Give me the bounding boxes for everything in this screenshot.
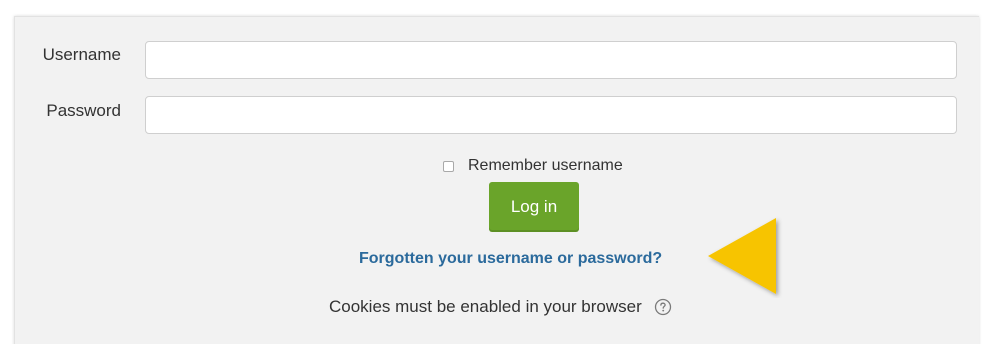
username-label: Username bbox=[42, 45, 121, 64]
username-input[interactable] bbox=[145, 41, 957, 79]
cookies-notice-text: Cookies must be enabled in your browser bbox=[329, 297, 642, 316]
question-circle-icon[interactable] bbox=[654, 298, 672, 316]
username-row: Username bbox=[15, 41, 979, 81]
login-button[interactable]: Log in bbox=[489, 182, 579, 232]
remember-username-row: Remember username bbox=[443, 157, 623, 175]
password-row: Password bbox=[15, 96, 979, 136]
forgot-password-link[interactable]: Forgotten your username or password? bbox=[359, 249, 662, 269]
login-form-panel: Username Password Remember username Log … bbox=[14, 16, 979, 344]
pointer-arrow-icon bbox=[708, 218, 776, 294]
password-label: Password bbox=[46, 101, 121, 120]
login-page: Username Password Remember username Log … bbox=[0, 0, 992, 344]
remember-username-checkbox[interactable] bbox=[443, 160, 454, 172]
remember-username-label[interactable]: Remember username bbox=[468, 157, 623, 175]
password-input[interactable] bbox=[145, 96, 957, 134]
cookies-notice: Cookies must be enabled in your browser bbox=[329, 297, 672, 317]
